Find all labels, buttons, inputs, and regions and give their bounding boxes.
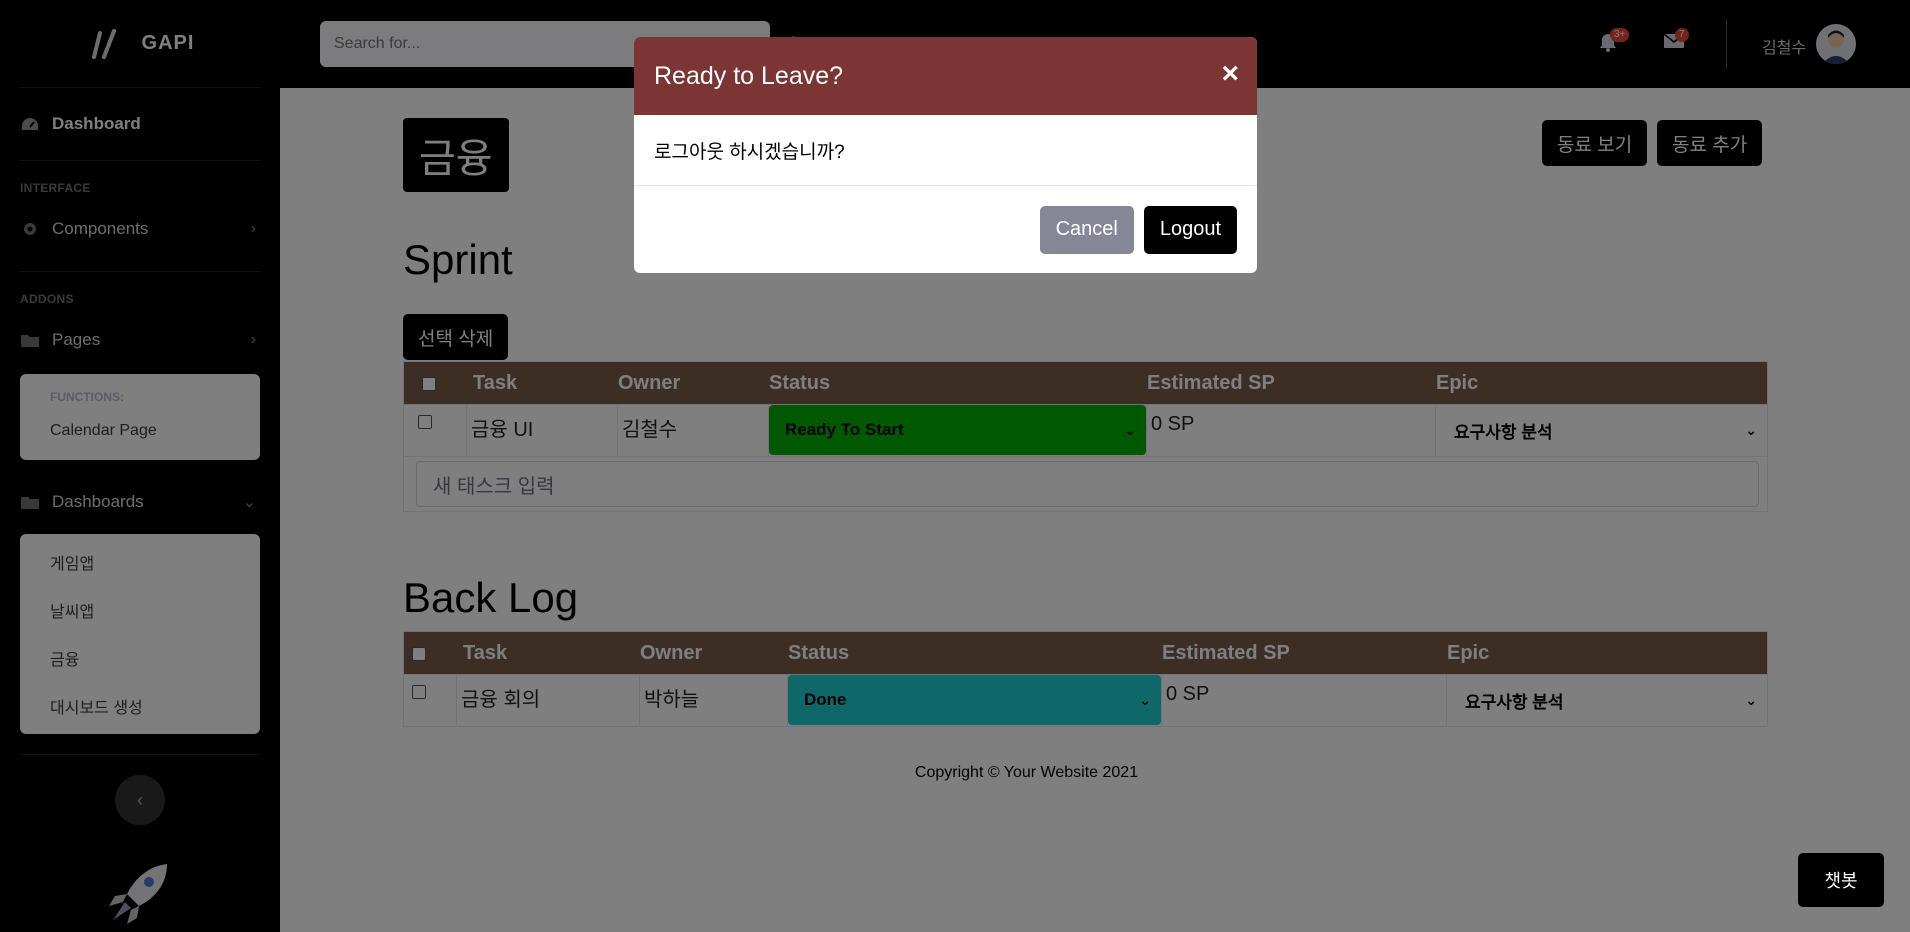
modal-body: 로그아웃 하시겠습니까? (634, 115, 1257, 186)
logout-button[interactable]: Logout (1143, 205, 1237, 254)
modal-title: Ready to Leave? (654, 61, 844, 90)
modal-header: Ready to Leave? × (634, 37, 1257, 115)
cancel-button[interactable]: Cancel (1039, 205, 1134, 254)
modal-footer: Cancel Logout (634, 186, 1257, 273)
close-icon[interactable]: × (1221, 59, 1239, 89)
chatbot-button[interactable]: 챗봇 (1798, 853, 1884, 907)
logout-modal: Ready to Leave? × 로그아웃 하시겠습니까? Cancel Lo… (634, 37, 1257, 273)
